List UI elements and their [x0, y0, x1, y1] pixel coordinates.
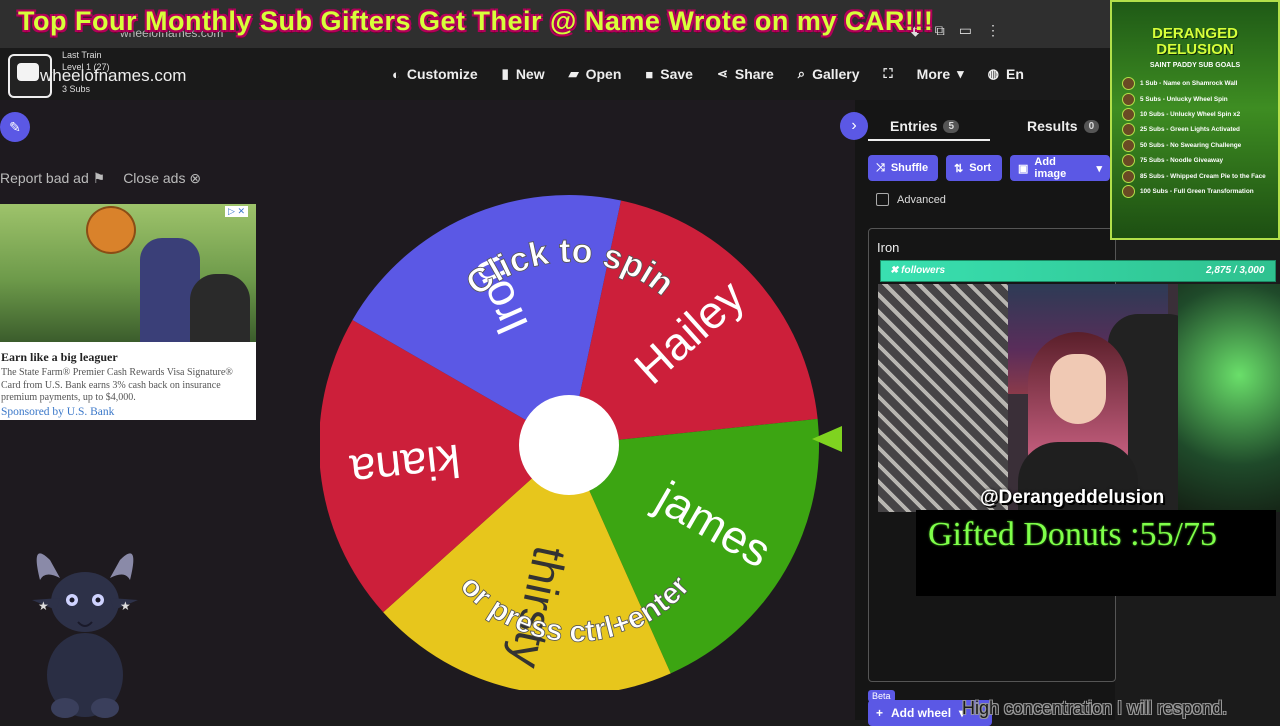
- ad-person: [190, 274, 250, 342]
- file-icon: ▮: [501, 66, 509, 81]
- edit-icon[interactable]: ✎: [0, 112, 30, 142]
- globe-icon: ◍: [987, 66, 999, 81]
- goat-mascot-icon: ★ ★: [32, 553, 138, 718]
- stream-banner: Top Four Monthly Sub Gifters Get Their @…: [18, 6, 934, 36]
- save-icon: ■: [645, 66, 654, 82]
- report-ad-link[interactable]: Report bad ad ⚑: [0, 170, 105, 187]
- coin-icon: [1122, 169, 1135, 183]
- goal-item: 75 Subs - Noodle Giveaway: [1122, 153, 1272, 168]
- sort-button[interactable]: ⇅ Sort: [946, 155, 1002, 181]
- gallery-button[interactable]: ⌕ Gallery: [798, 66, 860, 82]
- wheel-pointer-icon: [812, 426, 842, 452]
- svg-text:★: ★: [120, 599, 131, 613]
- flag-icon: ⚑: [92, 170, 106, 186]
- search-icon: ⌕: [797, 66, 806, 81]
- customize-button[interactable]: ◐ Customize: [392, 66, 478, 82]
- cam-light: [1178, 284, 1280, 512]
- sub-goals-panel: DERANGED DELUSION SAINT PADDY SUB GOALS …: [1110, 0, 1280, 240]
- fullscreen-icon: ⛶: [883, 66, 893, 81]
- chevron-down-icon: ▾: [1096, 162, 1102, 175]
- new-button[interactable]: ▮ New: [502, 66, 545, 82]
- advanced-toggle[interactable]: Advanced: [876, 193, 946, 206]
- shuffle-icon: ⤨: [876, 161, 885, 174]
- shuffle-button[interactable]: ⤨ Shuffle: [868, 155, 938, 181]
- main-toolbar: ◐ Customize ▮ New ▰ Open ■ Save ⋖ Share ⌕ Gall…: [392, 66, 1024, 82]
- close-ads-link[interactable]: Close ads ⊗: [123, 170, 201, 187]
- open-button[interactable]: ▰ Open: [569, 66, 622, 82]
- puzzle-icon[interactable]: ⧉: [935, 22, 945, 39]
- goal-list: 1 Sub - Name on Shamrock Wall 5 Subs - U…: [1122, 76, 1272, 199]
- ad-sponsor[interactable]: Sponsored by U.S. Bank: [1, 406, 114, 418]
- goal-item: 10 Subs - Unlucky Wheel Spin x2: [1122, 107, 1272, 122]
- fullscreen-button[interactable]: ⛶: [884, 66, 893, 82]
- cam-background: [878, 284, 1008, 512]
- ad-choices-icon[interactable]: ▷ ✕: [225, 206, 248, 217]
- advanced-checkbox[interactable]: [876, 193, 889, 206]
- followers-label: ✖ followers: [890, 265, 946, 276]
- name-wheel[interactable]: HaileyjamesthirstykianaIron Click to spi…: [320, 190, 820, 690]
- entry-line: Iron: [877, 240, 900, 255]
- ad-image: ▷ ✕: [0, 204, 256, 342]
- coin-icon: [1122, 92, 1135, 106]
- chevron-down-icon: ▾: [957, 66, 964, 81]
- advertisement[interactable]: ▷ ✕ Earn like a big leaguer The State Fa…: [0, 204, 256, 420]
- collapse-panel-button[interactable]: ›: [840, 112, 868, 140]
- results-count: 0: [1083, 119, 1100, 133]
- ad-headline[interactable]: Earn like a big leaguer: [1, 350, 118, 365]
- share-button[interactable]: ⋖ Share: [717, 66, 774, 82]
- coin-icon: [1122, 154, 1135, 168]
- ad-controls: Report bad ad ⚑ Close ads ⊗: [0, 170, 201, 187]
- coin-icon: [1122, 123, 1135, 137]
- coin-icon: [1122, 107, 1135, 121]
- goals-subtitle: SAINT PADDY SUB GOALS: [1149, 62, 1241, 69]
- goal-item: 1 Sub - Name on Shamrock Wall: [1122, 76, 1272, 91]
- share-icon: ⋖: [716, 66, 728, 81]
- tab-entries[interactable]: Entries 5: [890, 118, 960, 134]
- menu-icon[interactable]: ⋮: [986, 22, 1000, 39]
- streamer-face: [1050, 354, 1106, 424]
- folder-icon: ▰: [568, 66, 579, 81]
- more-button[interactable]: More ▾: [917, 66, 964, 82]
- close-icon: ⊗: [189, 170, 202, 186]
- coin-icon: [1122, 77, 1135, 91]
- sort-icon: ⇅: [954, 162, 964, 175]
- donut-goal-text: Gifted Donuts :55/75: [928, 516, 1217, 553]
- goal-item: 100 Subs - Full Green Transformation: [1122, 184, 1272, 199]
- wheel-center[interactable]: [519, 395, 619, 495]
- coin-icon: [1122, 184, 1135, 198]
- coin-icon: [1122, 138, 1135, 152]
- svg-text:★: ★: [38, 599, 49, 613]
- train-widget: Last Train Level 1 (27) 3 Subs: [62, 50, 110, 96]
- train-level: Level 1 (27): [62, 61, 110, 72]
- goal-item: 50 Subs - No Swearing Challenge: [1122, 138, 1272, 153]
- entries-count: 5: [943, 119, 960, 133]
- streamer-handle: @Derangeddelusion: [980, 487, 1165, 508]
- ad-body: The State Farm® Premier Cash Rewards Vis…: [1, 367, 233, 403]
- followers-count: 2,875 / 3,000: [1206, 265, 1265, 276]
- palette-icon: ◐: [392, 66, 400, 82]
- goal-item: 25 Subs - Green Lights Activated: [1122, 122, 1272, 137]
- basketball: [86, 206, 136, 254]
- heart-icon: ✖: [890, 265, 902, 276]
- streamer: [1018, 332, 1138, 512]
- language-button[interactable]: ◍ En: [988, 66, 1024, 82]
- goal-item: 85 Subs - Whipped Cream Pie to the Face: [1122, 168, 1272, 183]
- webcam-feed: [878, 284, 1280, 512]
- stream-status-message: High concentration I will respond.: [962, 698, 1228, 718]
- add-image-button[interactable]: ▣ Add image ▾: [1010, 155, 1110, 181]
- goals-title: DERANGED DELUSION: [1152, 25, 1238, 58]
- active-tab-indicator: [868, 139, 990, 141]
- save-button[interactable]: ■ Save: [645, 66, 693, 82]
- tab-results[interactable]: Results 0: [1027, 118, 1100, 134]
- train-title: Last Train: [62, 50, 102, 60]
- plus-icon: +: [876, 706, 884, 720]
- train-subs: 3 Subs: [62, 84, 91, 94]
- image-icon: ▣: [1018, 162, 1029, 175]
- goal-item: 5 Subs - Unlucky Wheel Spin: [1122, 91, 1272, 106]
- tabs-icon[interactable]: ▭: [959, 22, 972, 39]
